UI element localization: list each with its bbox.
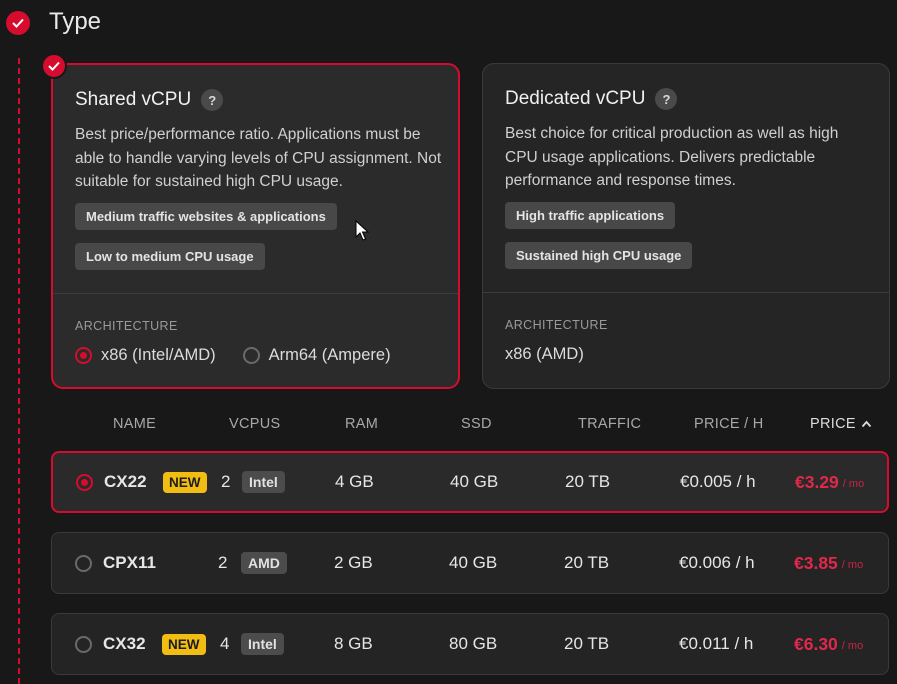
server-name: CX22 (104, 472, 147, 491)
cpu-vendor-badge: Intel (242, 471, 285, 493)
monthly-price: €3.85 (794, 552, 838, 573)
radio-selected-icon[interactable] (75, 347, 92, 364)
table-row[interactable]: CPX11 2 AMD 2 GB 40 GB 20 TB €0.006 / h … (51, 532, 889, 594)
help-icon[interactable]: ? (655, 88, 678, 110)
vcpu-count: 2 (221, 472, 231, 491)
price-period: / mo (842, 478, 865, 490)
vcpu-count: 4 (220, 634, 230, 653)
ram-value: 2 GB (334, 553, 373, 572)
server-name: CPX11 (103, 553, 156, 572)
monthly-price-cell: €3.29 / mo (795, 453, 864, 511)
cpu-vendor-cell: Intel (242, 453, 285, 511)
column-header-ram[interactable]: RAM (345, 416, 378, 432)
column-header-price[interactable]: PRICE (810, 416, 872, 432)
card-title: Shared vCPU (75, 89, 192, 110)
vcpu-count: 2 (218, 553, 228, 572)
card-description: Best choice for critical production as w… (505, 125, 839, 189)
shared-vcpu-card[interactable]: Shared vCPU ? Best price/performance rat… (51, 63, 460, 389)
monthly-price: €3.29 (795, 471, 839, 492)
architecture-label: ARCHITECTURE (505, 318, 608, 332)
card-divider (483, 292, 889, 293)
column-header-price-label: PRICE (810, 416, 856, 432)
traffic-value: 20 TB (565, 472, 611, 491)
server-type-page: Type Shared vCPU ? Best price/performanc… (0, 0, 897, 684)
cpu-vendor-badge: Intel (241, 633, 284, 655)
traffic-value: 20 TB (564, 634, 610, 653)
server-name: CX32 (103, 634, 146, 653)
arch-option-x86[interactable]: x86 (Intel/AMD) (75, 346, 216, 365)
card-title-row: Shared vCPU ? (75, 89, 224, 111)
table-row[interactable]: CX22 NEW 2 Intel 4 GB 40 GB 20 TB €0.005… (51, 451, 889, 513)
use-case-tag: High traffic applications (505, 202, 676, 229)
card-divider (53, 293, 458, 294)
new-badge: NEW (162, 633, 206, 655)
cpu-vendor-cell: Intel (241, 614, 284, 674)
use-case-tag: Low to medium CPU usage (75, 243, 265, 270)
radio-unselected-icon[interactable] (75, 554, 92, 572)
column-header-price-hour[interactable]: PRICE / H (694, 416, 764, 432)
step-complete-check-icon (6, 11, 30, 35)
ram-value: 4 GB (335, 472, 374, 491)
section-title: Type (49, 8, 102, 35)
monthly-price-cell: €3.85 / mo (794, 533, 863, 593)
help-icon[interactable]: ? (201, 89, 224, 111)
arch-option-label: x86 (Intel/AMD) (101, 346, 216, 364)
table-row[interactable]: CX32 NEW 4 Intel 8 GB 80 GB 20 TB €0.011… (51, 613, 889, 675)
mouse-cursor-icon (355, 220, 369, 241)
architecture-label: ARCHITECTURE (75, 319, 178, 333)
ssd-value: 80 GB (449, 634, 498, 653)
row-radio[interactable] (75, 533, 92, 593)
row-radio[interactable] (76, 453, 93, 511)
new-badge-cell: NEW (161, 453, 207, 511)
arch-option-arm64[interactable]: Arm64 (Ampere) (242, 346, 391, 365)
cpu-vendor-cell: AMD (241, 533, 287, 593)
column-header-traffic[interactable]: TRAFFIC (578, 416, 641, 432)
arch-option-label: Arm64 (Ampere) (268, 346, 391, 364)
column-header-ssd[interactable]: SSD (461, 416, 492, 432)
architecture-value: x86 (AMD) (505, 345, 584, 363)
step-progress-line (18, 58, 20, 684)
price-period: / mo (841, 559, 864, 571)
ram-value: 8 GB (334, 634, 373, 653)
price-period: / mo (841, 640, 864, 652)
card-title: Dedicated vCPU (505, 88, 646, 109)
hourly-price: €0.006 / h (679, 553, 755, 572)
radio-unselected-icon[interactable] (75, 635, 92, 653)
row-radio[interactable] (75, 614, 92, 674)
dedicated-vcpu-card[interactable]: Dedicated vCPU ? Best choice for critica… (482, 63, 890, 389)
cpu-vendor-badge: AMD (241, 552, 287, 574)
ssd-value: 40 GB (449, 553, 498, 572)
card-description: Best price/performance ratio. Applicatio… (75, 126, 442, 190)
sort-ascending-icon (861, 420, 872, 428)
column-header-name[interactable]: NAME (113, 416, 156, 432)
traffic-value: 20 TB (564, 553, 610, 572)
hourly-price: €0.011 / h (679, 634, 754, 653)
use-case-tag: Sustained high CPU usage (505, 242, 693, 269)
card-title-row: Dedicated vCPU ? (505, 88, 678, 110)
new-badge: NEW (163, 471, 207, 493)
radio-unselected-icon[interactable] (242, 347, 260, 364)
radio-selected-icon[interactable] (76, 473, 93, 491)
monthly-price: €6.30 (794, 633, 838, 654)
ssd-value: 40 GB (450, 472, 499, 491)
use-case-tag: Medium traffic websites & applications (75, 203, 337, 230)
hourly-price: €0.005 / h (680, 472, 756, 491)
monthly-price-cell: €6.30 / mo (794, 614, 863, 674)
new-badge-cell: NEW (160, 614, 206, 674)
column-header-vcpus[interactable]: VCPUS (229, 416, 280, 432)
architecture-options: x86 (Intel/AMD) Arm64 (Ampere) (75, 346, 418, 365)
selected-card-check-icon (41, 53, 67, 79)
